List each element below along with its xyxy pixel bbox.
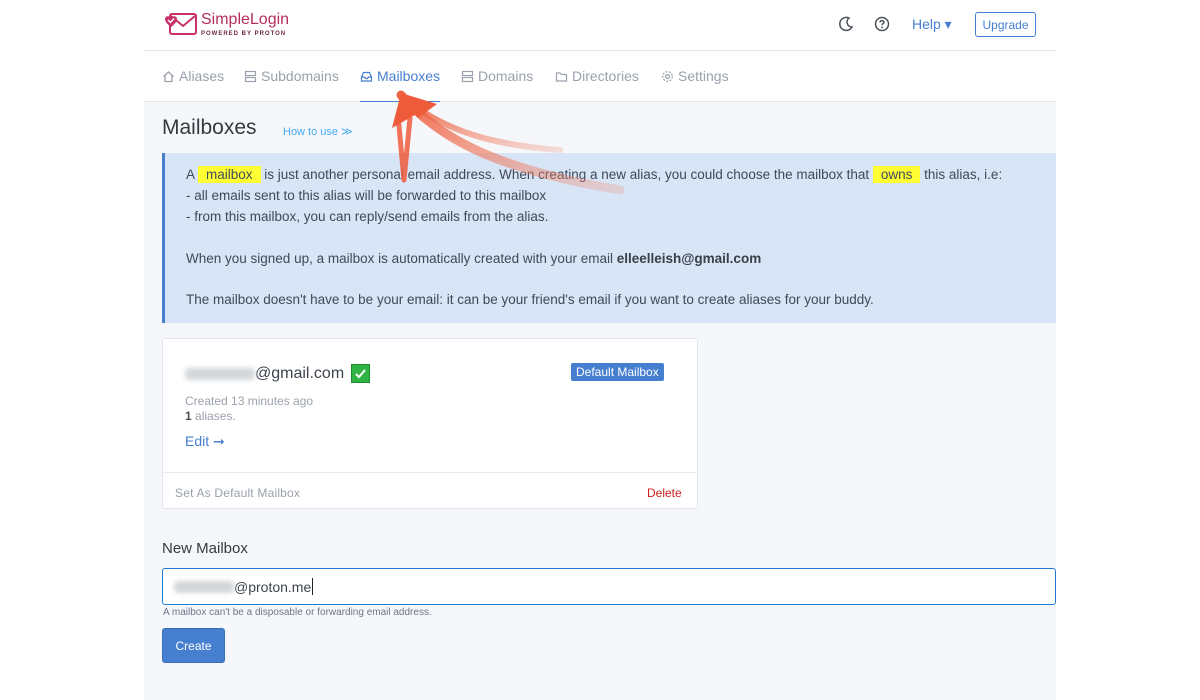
highlight-mailbox: mailbox	[198, 166, 261, 183]
verified-check-icon	[351, 364, 371, 383]
redacted-username	[185, 367, 255, 380]
nav-item-mailboxes[interactable]: Mailboxes	[360, 68, 440, 84]
nav-item-domains[interactable]: Domains	[461, 68, 533, 84]
folder-icon	[555, 71, 568, 82]
mailbox-card: @gmail.com Default Mailbox Created 13 mi…	[162, 338, 698, 509]
edit-link[interactable]: Edit ➞	[185, 433, 225, 450]
page-title: Mailboxes	[162, 116, 257, 139]
moon-icon[interactable]	[837, 15, 855, 33]
info-line-2: - all emails sent to this alias will be …	[186, 188, 547, 203]
info-line-5: The mailbox doesn't have to be your emai…	[186, 292, 874, 307]
text-caret	[312, 578, 314, 595]
nav-item-aliases[interactable]: Aliases	[162, 68, 224, 84]
set-default-mailbox-button[interactable]: Set As Default Mailbox	[175, 486, 300, 500]
active-tab-indicator	[360, 101, 440, 102]
envelope-heart-icon	[165, 13, 197, 35]
mailbox-email: @gmail.com	[185, 364, 371, 383]
nav-label-aliases: Aliases	[179, 68, 225, 84]
question-circle-icon[interactable]	[873, 15, 891, 33]
simplelogin-logo[interactable]: SimpleLogin POWERED BY PROTON	[162, 11, 289, 37]
delete-mailbox-button[interactable]: Delete	[647, 486, 682, 500]
create-button[interactable]: Create	[162, 628, 225, 663]
info-line-3: - from this mailbox, you can reply/send …	[186, 209, 549, 224]
home-icon	[163, 70, 174, 82]
default-mailbox-badge: Default Mailbox	[571, 363, 664, 381]
server-icon	[461, 70, 474, 82]
nav-item-subdomains[interactable]: Subdomains	[244, 68, 339, 84]
server-icon	[244, 70, 257, 82]
created-time: Created 13 minutes ago	[185, 394, 314, 408]
new-mailbox-help-text: A mailbox can't be a disposable or forwa…	[163, 607, 432, 618]
nav-label-mailboxes: Mailboxes	[377, 68, 441, 84]
new-mailbox-input[interactable]: @proton.me	[162, 568, 1056, 605]
info-line-1: A mailbox is just another personal email…	[186, 166, 1003, 183]
nav-label-settings: Settings	[678, 68, 729, 84]
gear-icon	[662, 70, 673, 82]
nav-label-domains: Domains	[478, 68, 534, 84]
logo-subtitle: POWERED BY PROTON	[201, 30, 287, 37]
nav-item-directories[interactable]: Directories	[555, 68, 639, 84]
top-header: SimpleLogin POWERED BY PROTON Help ▾ Upg…	[144, 0, 1056, 51]
nav-label-directories: Directories	[572, 68, 639, 84]
signup-email: elleelleish@gmail.com	[616, 251, 762, 266]
nav-item-settings[interactable]: Settings	[661, 68, 729, 84]
info-line-4: When you signed up, a mailbox is automat…	[186, 251, 762, 266]
new-mailbox-title: New Mailbox	[162, 540, 248, 557]
inbox-icon	[360, 71, 373, 82]
alias-count: 1 aliases.	[185, 409, 236, 423]
upgrade-button[interactable]: Upgrade	[975, 12, 1036, 37]
how-to-use-link[interactable]: How to use ≫	[283, 125, 353, 138]
redacted-username	[174, 580, 234, 593]
logo-title: SimpleLogin	[201, 10, 290, 28]
main-nav: Aliases Subdomains Mailboxes Domains Dir…	[144, 51, 1056, 102]
highlight-owns: owns	[872, 166, 921, 183]
help-menu[interactable]: Help ▾	[912, 16, 952, 33]
info-alert: A mailbox is just another personal email…	[162, 153, 1056, 323]
nav-label-subdomains: Subdomains	[261, 68, 339, 84]
